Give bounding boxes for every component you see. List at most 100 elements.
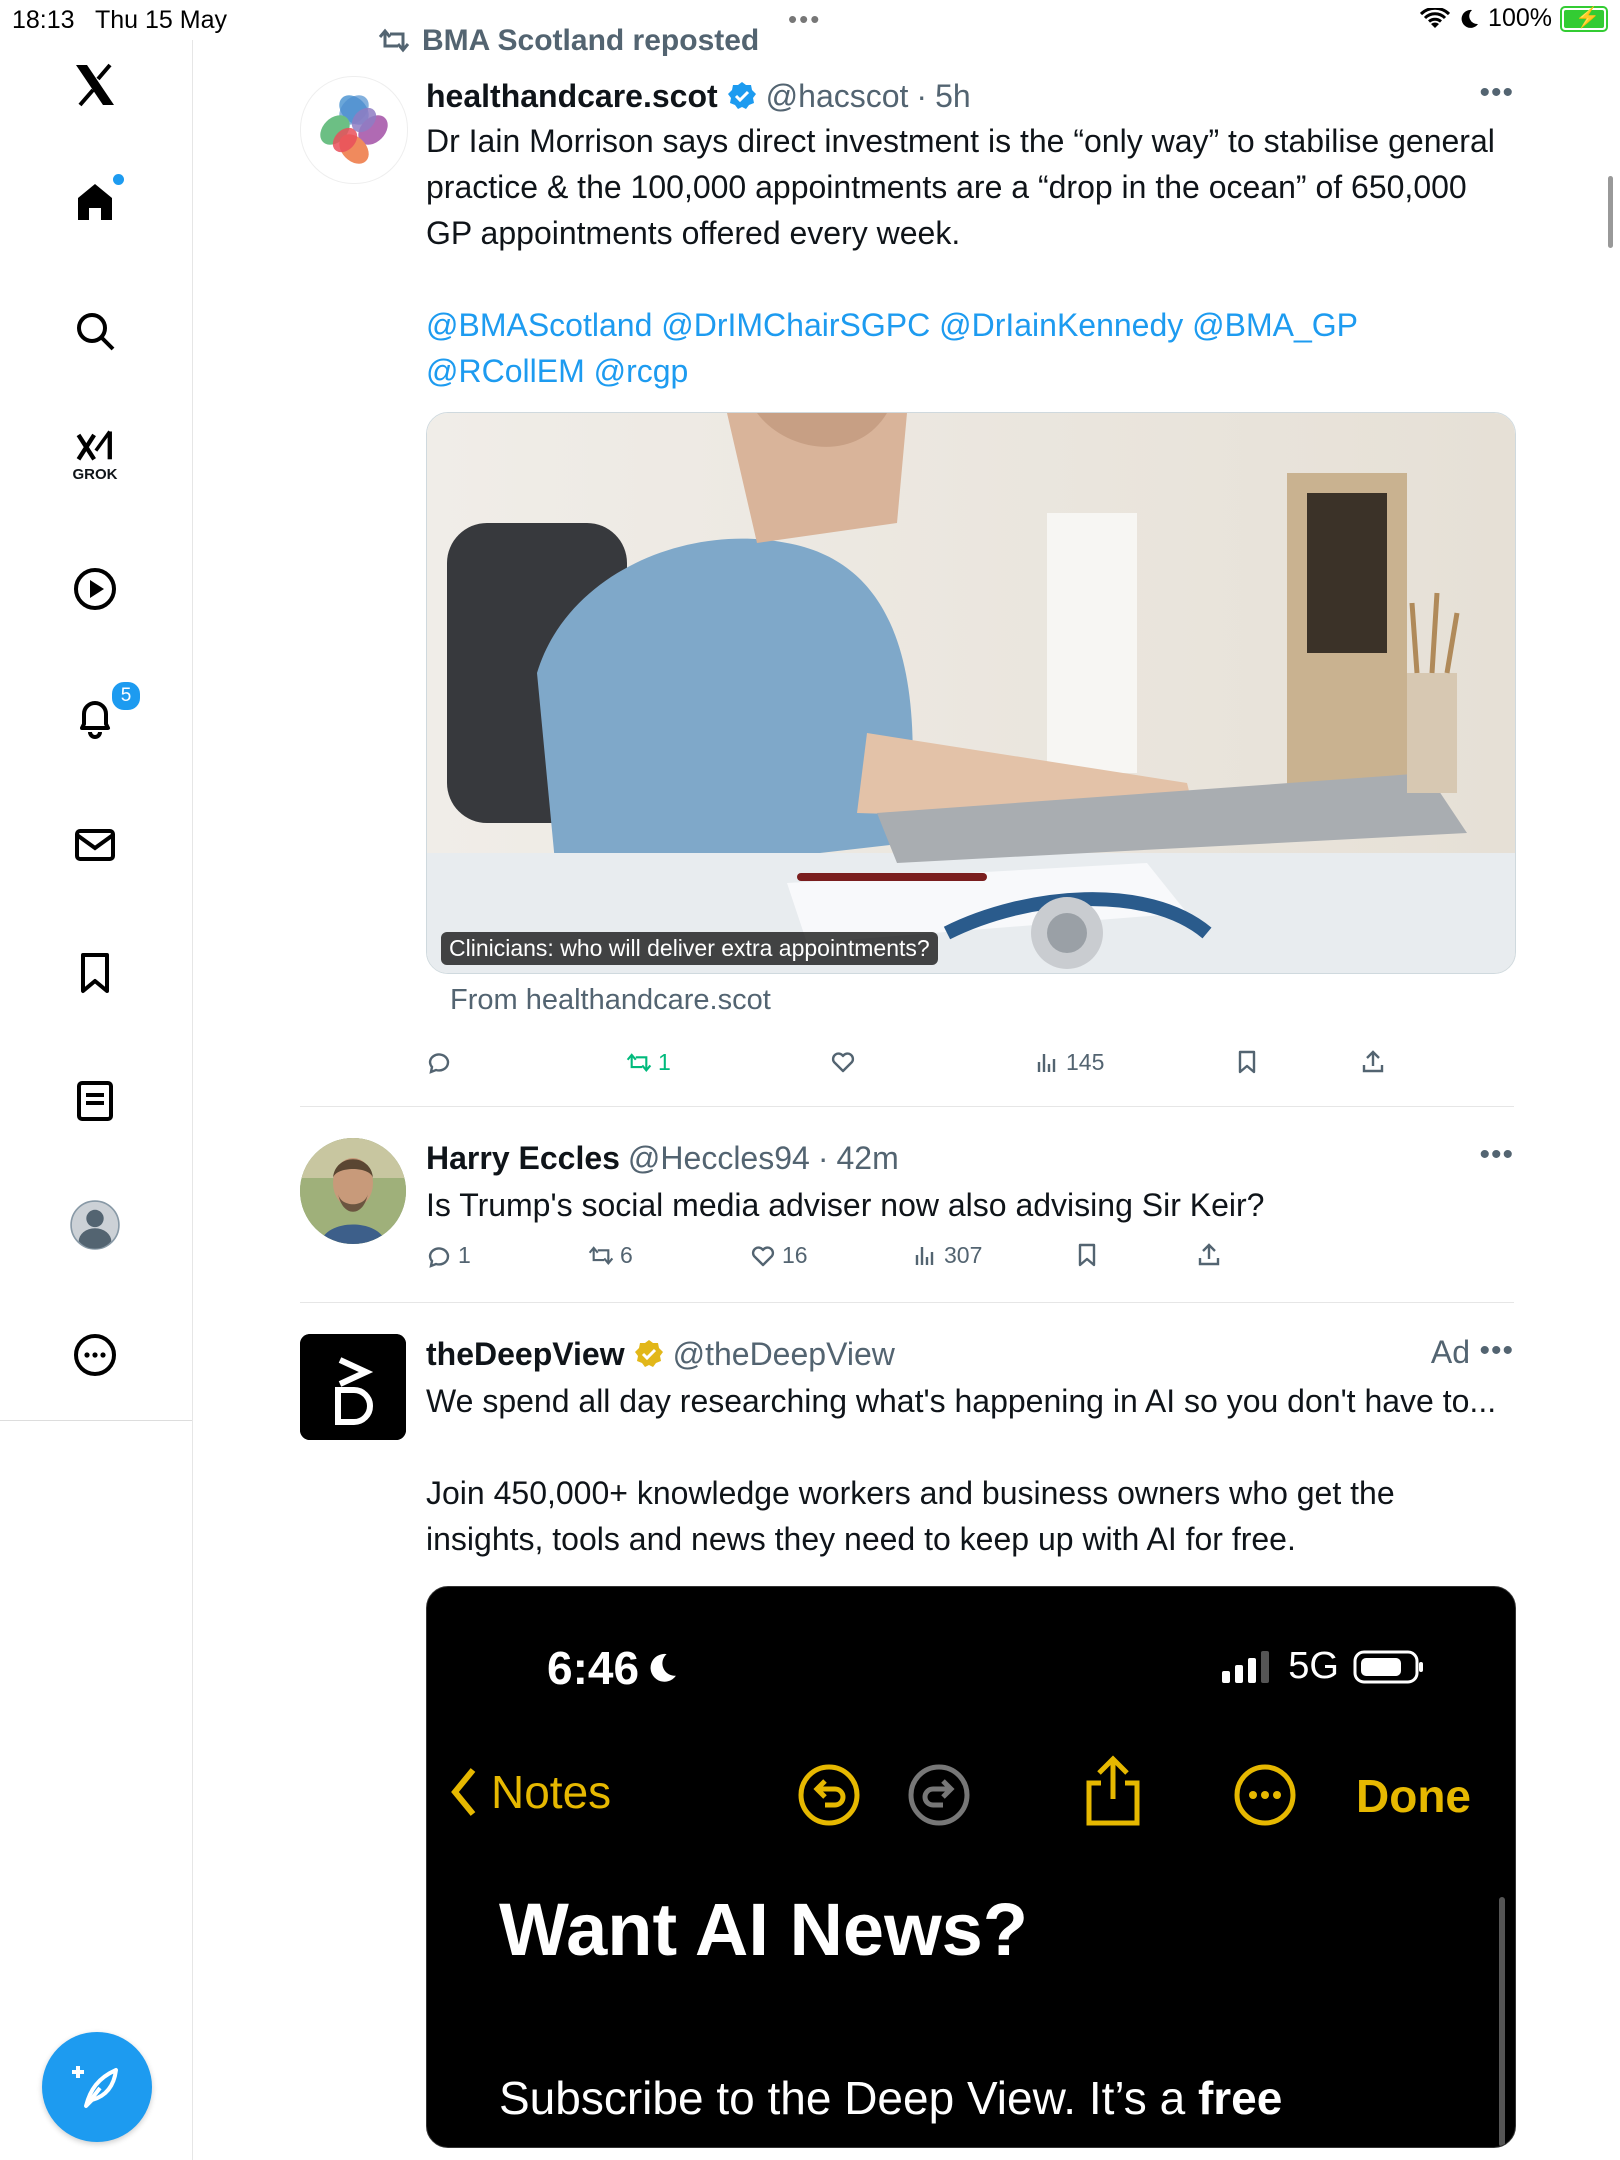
thedeepview-logo-icon xyxy=(300,1334,406,1440)
moon-icon xyxy=(1461,9,1479,28)
sidebar: GROK 5 xyxy=(0,40,193,2160)
link-card-source[interactable]: From healthandcare.scot xyxy=(450,984,1514,1017)
link-card-image[interactable]: Clinicians: who will deliver extra appoi… xyxy=(426,412,1516,974)
like-button[interactable]: 16 xyxy=(750,1242,808,1269)
author-handle[interactable]: @Heccles94 xyxy=(628,1138,810,1178)
post-text: Dr Iain Morrison says direct investment … xyxy=(426,123,1504,251)
post-text-2: Join 450,000+ knowledge workers and busi… xyxy=(426,1475,1404,1557)
post-header: healthandcare.scot @hacscot · 5h xyxy=(426,76,1514,116)
video-icon[interactable] xyxy=(72,566,118,612)
post-header: Harry Eccles @Heccles94 · 42m xyxy=(426,1138,1514,1178)
views-icon xyxy=(915,1246,934,1265)
reply-count: 1 xyxy=(458,1242,471,1268)
repost-count: 1 xyxy=(658,1049,671,1075)
repost-icon xyxy=(626,1052,652,1072)
messages-icon[interactable] xyxy=(72,822,118,868)
media-time: 6:46 xyxy=(547,1642,640,1694)
views-button[interactable]: 307 xyxy=(912,1242,982,1269)
author-handle[interactable]: @theDeepView xyxy=(673,1334,895,1374)
media-status-right: 5G xyxy=(1220,1645,1425,1688)
repost-icon xyxy=(588,1245,614,1265)
search-icon[interactable] xyxy=(72,308,118,354)
bookmark-icon xyxy=(1078,1243,1096,1267)
notifications-icon[interactable]: 5 xyxy=(72,680,142,740)
harry-eccles-photo xyxy=(300,1138,406,1244)
lists-icon[interactable] xyxy=(72,1078,118,1124)
bookmarks-icon[interactable] xyxy=(72,950,118,996)
author-name[interactable]: Harry Eccles xyxy=(426,1138,620,1178)
share-button[interactable] xyxy=(1360,1049,1386,1075)
multitasking-dots-icon[interactable]: ••• xyxy=(788,4,821,35)
doctor-photo xyxy=(427,413,1515,973)
post-time[interactable]: 42m xyxy=(836,1138,898,1178)
avatar[interactable] xyxy=(300,1334,406,1440)
heart-icon xyxy=(831,1052,855,1073)
home-icon[interactable] xyxy=(72,174,124,224)
reply-button[interactable] xyxy=(426,1049,458,1075)
media-subline: Subscribe to the Deep View. It’s a free xyxy=(499,2071,1282,2125)
post-divider xyxy=(300,1106,1514,1107)
home-unread-dot xyxy=(113,174,124,185)
verified-badge-icon xyxy=(727,82,756,109)
author-name[interactable]: theDeepView xyxy=(426,1334,625,1374)
ad-media[interactable]: 6:46 5G Notes Done Want AI News? Subscri… xyxy=(426,1586,1516,2148)
views-icon xyxy=(1037,1053,1056,1072)
views-button[interactable]: 145 xyxy=(1034,1049,1104,1076)
status-time: 18:13 xyxy=(12,6,75,34)
post-mentions[interactable]: @BMAScotland @DrIMChairSGPC @DrIainKenne… xyxy=(426,302,1514,394)
bookmark-icon xyxy=(1238,1050,1256,1074)
repost-count: 6 xyxy=(620,1242,633,1268)
like-button[interactable] xyxy=(830,1049,862,1075)
compose-button[interactable] xyxy=(42,2032,152,2142)
profile-icon[interactable] xyxy=(70,1200,120,1250)
media-redo-icon xyxy=(908,1764,970,1826)
repost-button[interactable]: 6 xyxy=(588,1242,633,1269)
share-button[interactable] xyxy=(1196,1242,1222,1268)
reply-button[interactable]: 1 xyxy=(426,1242,471,1269)
media-subline-regular: Subscribe to the Deep View. It’s a xyxy=(499,2072,1198,2124)
more-icon[interactable] xyxy=(72,1332,118,1378)
notifications-badge: 5 xyxy=(110,680,142,712)
mentions-line-1[interactable]: @BMAScotland @DrIMChairSGPC @DrIainKenne… xyxy=(426,302,1514,348)
author-name[interactable]: healthandcare.scot xyxy=(426,76,718,116)
avatar[interactable] xyxy=(300,1138,406,1244)
avatar[interactable] xyxy=(300,76,408,184)
post-header: theDeepView @theDeepView xyxy=(426,1334,1514,1374)
media-headline: Want AI News? xyxy=(499,1888,1028,1971)
post-divider xyxy=(300,1302,1514,1303)
reply-icon xyxy=(428,1246,450,1268)
share-icon xyxy=(1198,1243,1220,1266)
media-back-button: Notes xyxy=(449,1765,611,1819)
post-text-1: We spend all day researching what's happ… xyxy=(426,1383,1497,1419)
healthandcare-logo-icon xyxy=(320,95,388,164)
mentions-line-2[interactable]: @RCollEM @rcgp xyxy=(426,348,1514,394)
post-actions: 1 145 xyxy=(426,1049,1514,1089)
media-status-time: 6:46 xyxy=(547,1641,679,1695)
heart-icon xyxy=(751,1245,775,1266)
repost-indicator[interactable]: BMA Scotland reposted xyxy=(378,24,759,58)
scrollbar[interactable] xyxy=(1608,176,1613,248)
media-share-icon xyxy=(1086,1755,1140,1826)
ad-label: Ad xyxy=(1430,1334,1470,1370)
media-done-label: Done xyxy=(1356,1770,1471,1822)
media-moon-icon xyxy=(650,1653,676,1682)
media-subline-bold: free xyxy=(1197,2072,1283,2124)
grok-icon[interactable]: GROK xyxy=(72,428,118,483)
post-time[interactable]: 5h xyxy=(935,76,971,116)
post-more-icon[interactable]: ••• xyxy=(1479,1138,1514,1172)
bookmark-button[interactable] xyxy=(1074,1242,1100,1268)
battery-icon: ⚡ xyxy=(1560,5,1608,32)
separator-dot: · xyxy=(817,1140,829,1176)
post-more-icon[interactable]: ••• xyxy=(1479,76,1514,110)
status-date: Thu 15 May xyxy=(95,6,228,34)
views-count: 307 xyxy=(944,1242,983,1268)
bookmark-button[interactable] xyxy=(1234,1049,1260,1075)
grok-label: GROK xyxy=(72,466,118,483)
x-logo-icon[interactable] xyxy=(72,62,118,108)
media-chevron-left-icon xyxy=(451,1768,476,1816)
sidebar-divider xyxy=(0,1420,192,1421)
battery-percent: 100% xyxy=(1488,4,1552,32)
author-handle[interactable]: @hacscot xyxy=(766,76,909,116)
repost-button[interactable]: 1 xyxy=(626,1049,671,1076)
post-more-icon[interactable]: ••• xyxy=(1479,1334,1514,1368)
